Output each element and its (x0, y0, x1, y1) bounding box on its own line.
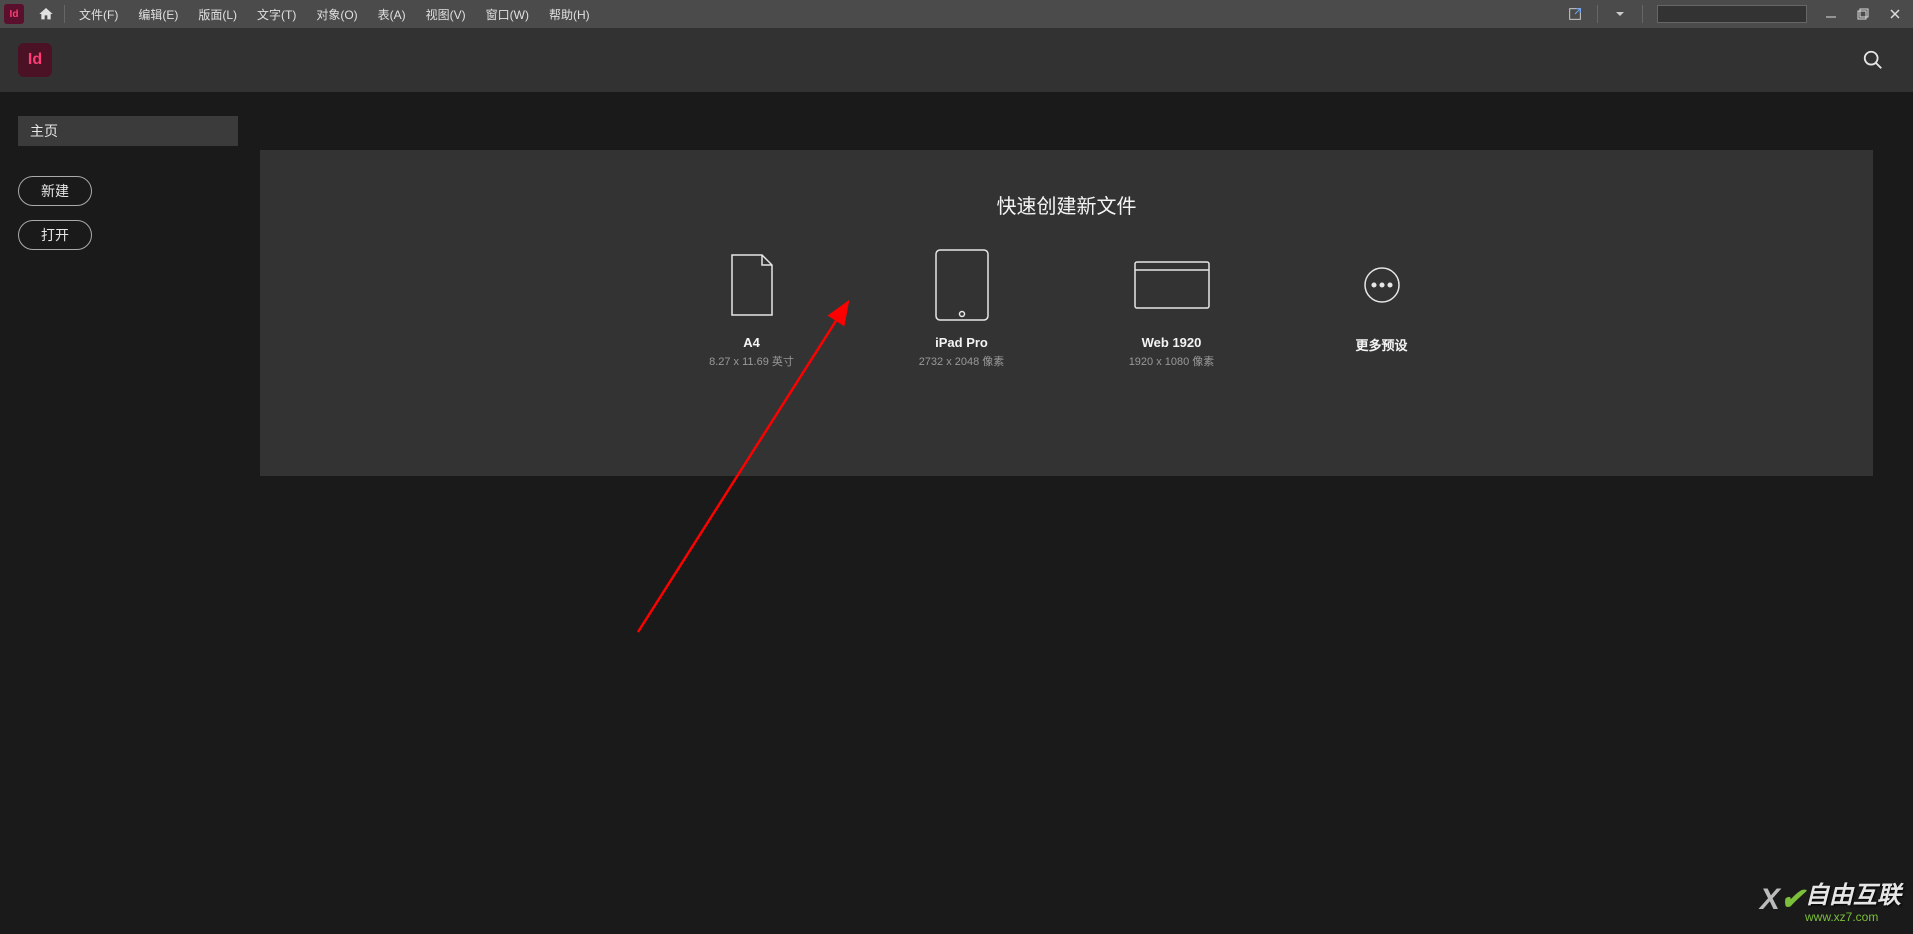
menu-divider (1642, 5, 1643, 23)
panel-title: 快速创建新文件 (290, 190, 1843, 219)
close-icon[interactable] (1881, 4, 1909, 24)
workspace-dropdown-icon[interactable] (1606, 0, 1634, 28)
presets-row: A4 8.27 x 11.69 英寸 iPad Pro 2732 x 2048 … (290, 249, 1843, 369)
preset-a4[interactable]: A4 8.27 x 11.69 英寸 (682, 249, 822, 369)
preset-name: Web 1920 (1142, 335, 1202, 350)
sidebar: 主页 新建 打开 (0, 92, 260, 934)
maximize-restore-icon[interactable] (1849, 4, 1877, 24)
preset-desc: 8.27 x 11.69 英寸 (709, 353, 794, 369)
preset-more[interactable]: 更多预设 (1312, 249, 1452, 369)
share-icon[interactable] (1561, 0, 1589, 28)
menu-divider (1597, 5, 1598, 23)
app-logo: Id (18, 43, 52, 77)
tablet-icon (934, 249, 990, 321)
menubar-search-input[interactable] (1657, 5, 1807, 23)
menu-edit[interactable]: 编辑(E) (128, 0, 188, 28)
more-icon (1362, 249, 1402, 321)
preset-ipad-pro[interactable]: iPad Pro 2732 x 2048 像素 (892, 249, 1032, 369)
menu-divider (64, 5, 65, 23)
preset-name: A4 (743, 335, 760, 350)
menu-layout[interactable]: 版面(L) (188, 0, 247, 28)
menu-text[interactable]: 文字(T) (247, 0, 306, 28)
preset-name: iPad Pro (935, 335, 988, 350)
search-icon[interactable] (1853, 40, 1893, 80)
menu-object[interactable]: 对象(O) (306, 0, 367, 28)
menu-window[interactable]: 窗口(W) (476, 0, 539, 28)
menu-file[interactable]: 文件(F) (69, 0, 128, 28)
menu-table[interactable]: 表(A) (368, 0, 416, 28)
preset-name: 更多预设 (1355, 335, 1407, 354)
new-button[interactable]: 新建 (18, 176, 92, 206)
quick-create-panel: 快速创建新文件 A4 8.27 x 11.69 英寸 (260, 150, 1873, 476)
minimize-icon[interactable] (1817, 4, 1845, 24)
menu-view[interactable]: 视图(V) (416, 0, 476, 28)
preset-desc: 2732 x 2048 像素 (919, 353, 1005, 369)
preset-desc: 1920 x 1080 像素 (1129, 353, 1215, 369)
menu-bar: Id 文件(F) 编辑(E) 版面(L) 文字(T) 对象(O) 表(A) 视图… (0, 0, 1913, 28)
menu-help[interactable]: 帮助(H) (539, 0, 600, 28)
app-icon-small: Id (4, 4, 24, 24)
main-area: 主页 新建 打开 快速创建新文件 A4 8.27 x 11.69 英寸 (0, 92, 1913, 934)
content-area: 快速创建新文件 A4 8.27 x 11.69 英寸 (260, 92, 1913, 934)
home-icon[interactable] (32, 0, 60, 28)
open-button[interactable]: 打开 (18, 220, 92, 250)
browser-window-icon (1133, 249, 1211, 321)
app-header: Id (0, 28, 1913, 92)
tab-home[interactable]: 主页 (18, 116, 238, 146)
preset-web-1920[interactable]: Web 1920 1920 x 1080 像素 (1102, 249, 1242, 369)
page-icon (728, 249, 776, 321)
